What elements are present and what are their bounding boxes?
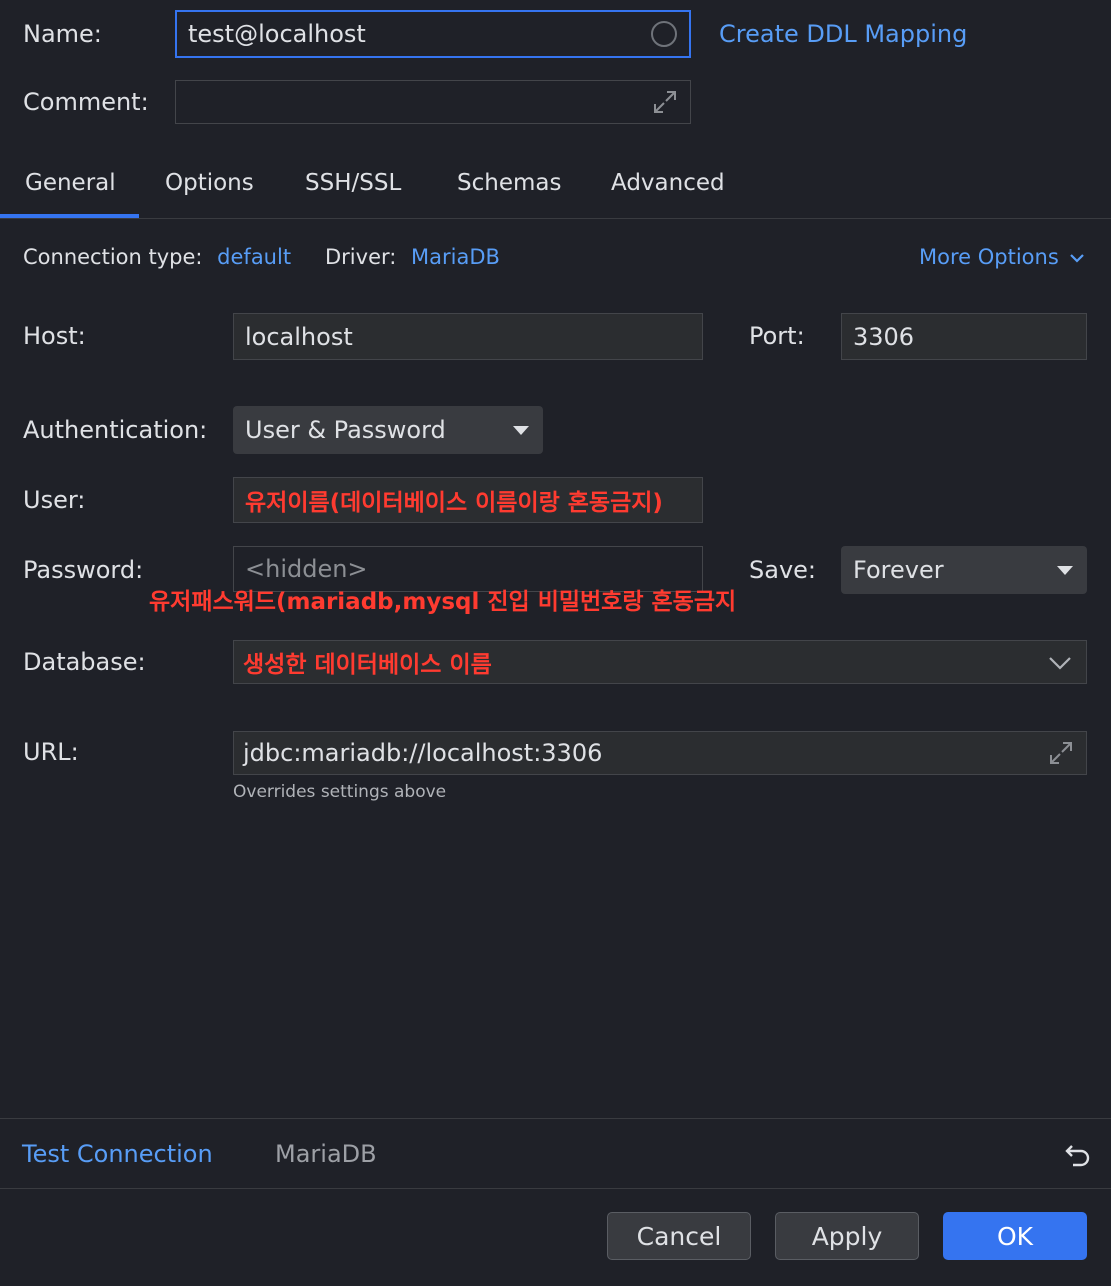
expand-icon[interactable]: [652, 89, 678, 115]
tab-advanced[interactable]: Advanced: [611, 170, 725, 196]
port-label: Port:: [749, 322, 805, 350]
comment-input[interactable]: [175, 80, 691, 124]
save-label: Save:: [749, 556, 816, 584]
more-options-label: More Options: [919, 245, 1059, 269]
tab-schemas[interactable]: Schemas: [457, 170, 561, 196]
tab-general[interactable]: General: [25, 170, 116, 196]
comment-label: Comment:: [23, 88, 149, 116]
name-value: test@localhost: [188, 20, 366, 48]
driver-label: Driver:: [325, 245, 397, 269]
connection-type-label: Connection type:: [23, 245, 203, 269]
port-input[interactable]: 3306: [841, 313, 1087, 360]
host-value: localhost: [245, 322, 353, 351]
more-options-link[interactable]: More Options: [919, 245, 1085, 269]
driver-row: Driver: MariaDB: [325, 245, 500, 269]
url-value: jdbc:mariadb://localhost:3306: [243, 739, 603, 767]
user-value: 유저이름(데이터베이스 이름이랑 혼동금지): [245, 490, 663, 516]
footer-divider-top: [0, 1118, 1111, 1119]
port-value: 3306: [853, 322, 915, 351]
database-value: 생성한 데이터베이스 이름: [243, 652, 492, 678]
database-label: Database:: [23, 648, 146, 676]
chevron-down-icon[interactable]: [1048, 655, 1072, 671]
url-label: URL:: [23, 738, 79, 766]
name-input[interactable]: test@localhost: [175, 10, 691, 58]
host-input[interactable]: localhost: [233, 313, 703, 360]
url-input[interactable]: jdbc:mariadb://localhost:3306: [233, 731, 1087, 775]
connection-type-link[interactable]: default: [217, 245, 291, 269]
password-annotation: 유저패스워드(mariadb,mysql 진입 비밀번호랑 혼동금지: [149, 589, 737, 615]
tabs-divider: [0, 218, 1111, 219]
expand-icon[interactable]: [1048, 740, 1074, 766]
tab-ssh-ssl[interactable]: SSH/SSL: [305, 170, 401, 196]
chevron-down-icon: [1070, 254, 1085, 263]
user-input[interactable]: 유저이름(데이터베이스 이름이랑 혼동금지): [233, 477, 703, 523]
apply-button[interactable]: Apply: [775, 1212, 919, 1260]
authentication-value: User & Password: [245, 416, 446, 444]
host-label: Host:: [23, 322, 86, 350]
footer-divider-bottom: [0, 1188, 1111, 1189]
user-label: User:: [23, 486, 86, 514]
driver-name: MariaDB: [275, 1140, 377, 1168]
url-hint: Overrides settings above: [233, 782, 447, 802]
save-select[interactable]: Forever: [841, 546, 1087, 594]
tab-options[interactable]: Options: [165, 170, 254, 196]
create-ddl-mapping-link[interactable]: Create DDL Mapping: [719, 20, 967, 48]
dropdown-arrow-icon: [1057, 566, 1073, 575]
authentication-label: Authentication:: [23, 416, 208, 444]
save-value: Forever: [853, 556, 944, 584]
undo-icon[interactable]: [1063, 1140, 1093, 1170]
dropdown-arrow-icon: [513, 426, 529, 435]
password-label: Password:: [23, 556, 144, 584]
cancel-button[interactable]: Cancel: [607, 1212, 751, 1260]
database-combobox[interactable]: 생성한 데이터베이스 이름: [233, 640, 1087, 684]
authentication-select[interactable]: User & Password: [233, 406, 543, 454]
driver-link[interactable]: MariaDB: [411, 245, 500, 269]
data-source-dialog: Name: test@localhost Create DDL Mapping …: [0, 0, 1111, 1286]
ok-button[interactable]: OK: [943, 1212, 1087, 1260]
connection-type-row: Connection type: default: [23, 245, 291, 269]
color-circle-icon[interactable]: [651, 21, 677, 47]
name-label: Name:: [23, 20, 102, 48]
password-placeholder: <hidden>: [245, 555, 368, 583]
test-connection-link[interactable]: Test Connection: [22, 1140, 213, 1168]
